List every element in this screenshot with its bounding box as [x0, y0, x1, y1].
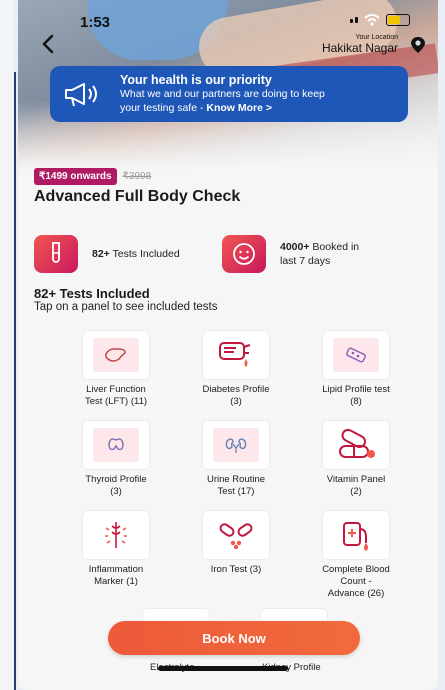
original-price: ₹3998 [122, 171, 152, 182]
tests-section-title: 82+ Tests Included [34, 286, 150, 301]
tests-text: Tests Included [109, 248, 180, 260]
banner-text: What we and our partners are doing to ke… [120, 88, 325, 100]
iron-pills-icon [213, 518, 259, 552]
panel-thyroid-profile[interactable]: Thyroid Profile (3) [56, 420, 176, 498]
tests-included-feature: 82+ Tests Included [34, 235, 180, 273]
panel-iron-test[interactable]: Iron Test (3) [176, 510, 296, 576]
panel-complete-blood-count[interactable]: Complete Blood Count - Advance (26) [296, 510, 416, 600]
package-title: Advanced Full Body Check [34, 188, 241, 205]
status-icons [350, 14, 410, 26]
panel-urine-routine[interactable]: Urine Routine Test (17) [176, 420, 296, 498]
liver-icon [93, 338, 139, 372]
thyroid-icon [93, 428, 139, 462]
blood-bag-icon [333, 518, 379, 552]
window-background [0, 0, 14, 690]
location-value: Hakikat Nagar [321, 41, 398, 55]
home-indicator [158, 666, 288, 671]
location-label: Your Location [355, 34, 398, 41]
panel-liver-function[interactable]: Liver Function Test (LFT) (11) [56, 330, 176, 408]
panel-lipid-profile[interactable]: Lipid Profile test (8) [296, 330, 416, 408]
wifi-icon [364, 14, 380, 26]
panel-vitamin[interactable]: Vitamin Panel (2) [296, 420, 416, 498]
location-selector[interactable]: Your Location Hakikat Nagar [322, 34, 398, 55]
chevron-left-icon [42, 34, 54, 54]
panel-diabetes-profile[interactable]: Diabetes Profile (3) [176, 330, 296, 408]
banner-text-2: your testing safe - [120, 102, 207, 114]
megaphone-icon [65, 83, 97, 107]
inflammation-icon [93, 518, 139, 552]
book-now-button[interactable]: Book Now [108, 621, 360, 655]
app-screen: 1:53 Your Location Hakikat Nagar Your he… [18, 0, 438, 690]
know-more-link[interactable]: Know More > [206, 102, 272, 114]
signal-icon [350, 17, 358, 23]
glucometer-icon [213, 338, 259, 372]
booked-text-2: last 7 days [280, 255, 331, 267]
price-badge: ₹1499 onwards [34, 168, 117, 185]
smiley-icon [222, 235, 266, 273]
status-time: 1:53 [80, 14, 111, 31]
frame-border [14, 72, 16, 690]
capsules-icon [333, 428, 379, 462]
tests-section-subtitle: Tap on a panel to see included tests [34, 301, 218, 313]
location-pin-icon[interactable] [410, 36, 426, 54]
test-tube-icon [34, 235, 78, 273]
tests-count: 82+ [92, 248, 110, 260]
booked-count: 4000+ [280, 241, 310, 253]
banner-title: Your health is our priority [120, 73, 272, 87]
kidneys-icon [213, 428, 259, 462]
price-row: ₹1499 onwards ₹3998 [34, 168, 151, 185]
safety-banner[interactable]: Your health is our priority What we and … [50, 66, 408, 122]
booked-text: Booked in [309, 241, 360, 253]
back-button[interactable] [34, 30, 62, 58]
booked-feature: 4000+ Booked in last 7 days [222, 235, 359, 273]
panel-inflammation-marker[interactable]: Inflammation Marker (1) [56, 510, 176, 588]
pill-strip-icon [333, 338, 379, 372]
battery-icon [386, 14, 410, 26]
